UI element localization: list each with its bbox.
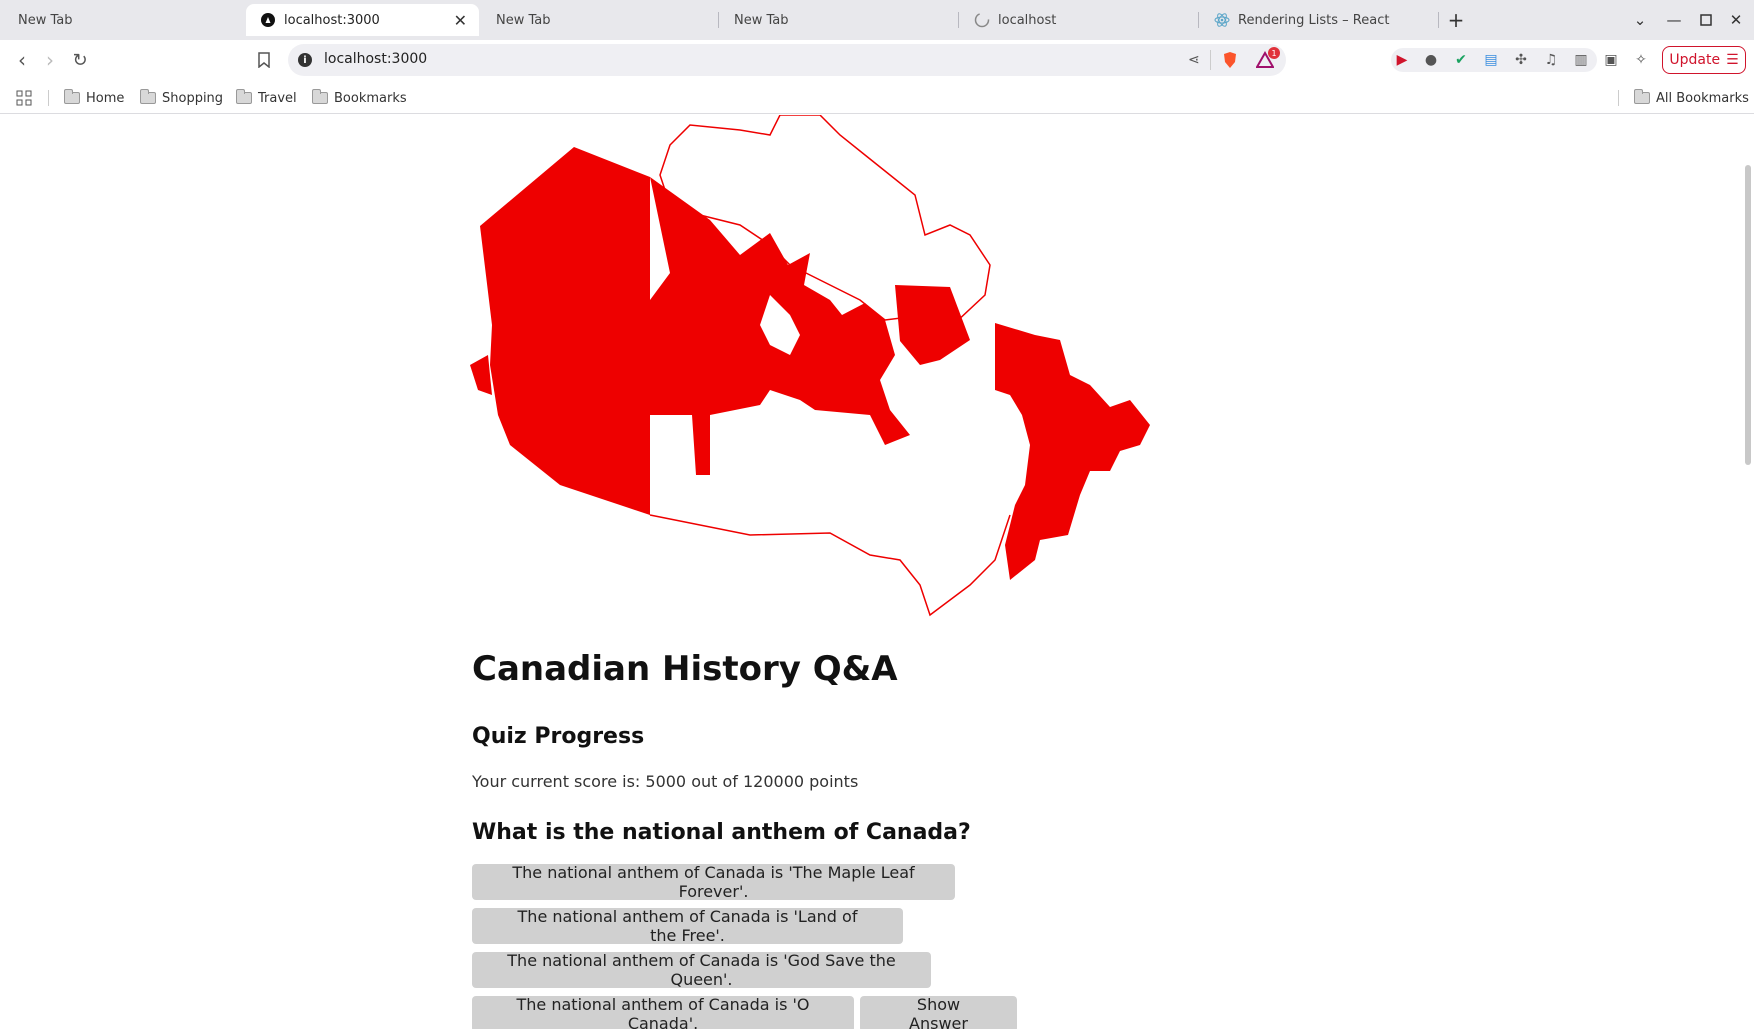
rewards-badge: 1 [1268,47,1280,59]
browser-chrome: New Tab localhost:3000 ✕ New Tab New Tab… [0,0,1754,115]
tab-separator [1198,12,1199,28]
update-button[interactable]: Update ☰ [1662,46,1746,74]
bookmark-label: Home [86,90,125,106]
page-content: Canadian History Q&A Quiz Progress Your … [0,115,1742,1029]
tab-search-chevron-icon[interactable]: ⌄ [1628,8,1652,32]
update-label: Update [1669,52,1721,68]
sidebar-icon[interactable]: ▥ [1571,50,1591,70]
tab-label: localhost [998,12,1057,28]
all-bookmarks[interactable]: All Bookmarks [1634,88,1749,108]
bookmarks-divider [1618,90,1619,106]
answer-option-button[interactable]: The national anthem of Canada is 'The Ma… [472,863,955,901]
tab-separator [718,12,719,28]
tab-label: New Tab [734,12,789,28]
new-tab-plus-icon[interactable]: + [1444,8,1468,32]
tab-strip: New Tab localhost:3000 ✕ New Tab New Tab… [0,0,1754,40]
apps-grid-icon[interactable] [16,88,32,108]
url-text[interactable]: localhost:3000 [324,51,427,67]
close-window-icon[interactable]: ✕ [1724,8,1748,32]
folder-icon [64,89,80,104]
extension-ninja-icon[interactable]: ● [1421,50,1441,70]
extensions-puzzle-icon[interactable]: ✣ [1511,50,1531,70]
tab-localhost[interactable]: localhost [960,4,1196,36]
bookmark-bookmarks[interactable]: Bookmarks [312,88,407,108]
omnibox-divider [1210,50,1211,70]
address-bar[interactable]: i localhost:3000 ⋖ 1 [288,44,1286,76]
question-heading: What is the national anthem of Canada? [472,820,971,845]
nextjs-favicon-icon [260,12,276,28]
tab-localhost-3000[interactable]: localhost:3000 ✕ [246,4,479,36]
extension-printer-icon[interactable]: ▤ [1481,50,1501,70]
minimize-icon[interactable]: — [1662,8,1686,32]
bookmark-travel[interactable]: Travel [236,88,297,108]
back-arrow-icon[interactable]: ‹ [10,48,34,72]
page-title: Canadian History Q&A [472,649,898,689]
extension-play-icon[interactable]: ▶ [1392,50,1412,70]
answer-option-button[interactable]: The national anthem of Canada is 'Land o… [472,907,903,945]
extension-shield-check-icon[interactable]: ✔ [1451,50,1471,70]
react-logo-icon [1214,12,1230,28]
folder-icon [1634,89,1650,104]
bookmark-label: Shopping [162,90,224,106]
all-bookmarks-label: All Bookmarks [1656,90,1749,106]
tab-label: New Tab [496,12,551,28]
canada-flag-map-image [470,115,1150,617]
menu-hamburger-icon: ☰ [1726,52,1739,68]
wallet-icon[interactable]: ▣ [1601,50,1621,70]
media-music-icon[interactable]: ♫ [1541,50,1561,70]
show-answer-button[interactable]: Show Answer [860,995,1017,1029]
score-text: Your current score is: 5000 out of 12000… [472,772,859,791]
leo-ai-icon[interactable]: ✧ [1631,50,1651,70]
tab-separator [958,12,959,28]
page-scrollbar[interactable] [1742,115,1754,1029]
bookmark-label: Bookmarks [334,90,407,106]
tab-new-tab-3[interactable]: New Tab [720,4,956,36]
bookmarks-bar: Home Shopping Travel Bookmarks All Bookm… [0,80,1754,114]
bookmark-shopping[interactable]: Shopping [140,88,223,108]
share-icon[interactable]: ⋖ [1188,52,1200,68]
loading-spinner-icon [974,12,990,28]
folder-icon [312,89,328,104]
tab-label: localhost:3000 [284,12,380,28]
bookmark-label: Travel [258,90,297,106]
quiz-progress-heading: Quiz Progress [472,724,645,749]
bookmark-icon[interactable] [252,48,276,72]
reload-icon[interactable]: ↻ [68,48,92,72]
close-tab-icon[interactable]: ✕ [454,11,467,30]
forward-arrow-icon[interactable]: › [38,48,62,72]
answer-option-button[interactable]: The national anthem of Canada is 'God Sa… [472,951,931,989]
tab-label: Rendering Lists – React [1238,12,1390,28]
tab-label: New Tab [18,12,73,28]
site-info-icon[interactable]: i [298,53,312,67]
bookmarks-divider [48,90,49,106]
browser-toolbar: ‹ › ↻ i localhost:3000 ⋖ 1 ▶ ● ✔ ▤ ✣ ♫ ▥… [0,40,1754,80]
folder-icon [236,89,252,104]
brave-shields-icon[interactable] [1222,51,1238,73]
tab-rendering-lists-react[interactable]: Rendering Lists – React [1200,4,1436,36]
tab-new-tab-1[interactable]: New Tab [4,4,240,36]
tab-separator [1438,12,1439,28]
folder-icon [140,89,156,104]
scrollbar-thumb[interactable] [1745,165,1751,465]
maximize-icon[interactable] [1694,8,1718,32]
answer-option-button[interactable]: The national anthem of Canada is 'O Cana… [472,995,854,1029]
bookmark-home[interactable]: Home [64,88,124,108]
tab-new-tab-2[interactable]: New Tab [482,4,718,36]
